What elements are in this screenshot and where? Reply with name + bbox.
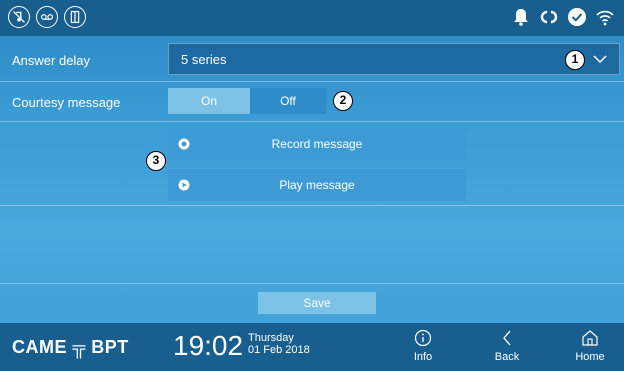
play-message-button[interactable]: Play message — [168, 169, 466, 201]
courtesy-message-label: Courtesy message — [12, 95, 121, 110]
play-message-label: Play message — [279, 178, 355, 192]
top-status-bar — [0, 0, 624, 36]
home-button[interactable]: Home — [567, 329, 613, 363]
brand-logo: CAME ╦ BPT — [12, 337, 129, 357]
info-icon — [414, 329, 432, 347]
home-icon — [582, 330, 598, 346]
wifi-icon — [596, 10, 614, 26]
back-button[interactable]: Back — [484, 329, 530, 363]
clock-time: 19:02 — [173, 330, 244, 361]
intercom-screen: Answer delay 5 series 1 Courtesy message… — [0, 0, 624, 371]
callout-2-badge: 2 — [333, 91, 353, 111]
check-icon — [568, 8, 586, 26]
callout-3-badge: 3 — [146, 151, 166, 171]
callout-1-badge: 1 — [565, 50, 585, 70]
record-message-label: Record message — [271, 137, 363, 151]
courtesy-off-button[interactable]: Off — [250, 88, 326, 114]
voicemail-icon[interactable] — [36, 6, 58, 28]
record-message-button[interactable]: Record message — [168, 128, 466, 160]
info-label: Info — [413, 351, 433, 363]
door-icon[interactable] — [64, 6, 86, 28]
empty-area — [0, 206, 624, 284]
answer-delay-dropdown[interactable]: 5 series — [168, 43, 620, 75]
connection-icon — [540, 10, 558, 24]
date: 01 Feb 2018 — [248, 344, 310, 356]
answer-delay-value: 5 series — [181, 52, 227, 67]
courtesy-on-button[interactable]: On — [168, 88, 250, 114]
back-label: Back — [494, 351, 520, 363]
info-button[interactable]: Info — [400, 329, 446, 363]
date-block: Thursday 01 Feb 2018 — [248, 332, 310, 356]
mute-icon[interactable] — [8, 6, 30, 28]
home-label: Home — [575, 351, 605, 363]
chevron-down-icon — [593, 55, 607, 64]
bottom-bar: CAME ╦ BPT 19:02 Thursday 01 Feb 2018 In… — [0, 323, 624, 371]
back-icon — [503, 330, 511, 346]
save-button[interactable]: Save — [258, 292, 376, 314]
answer-delay-label: Answer delay — [12, 53, 91, 68]
bell-icon — [514, 9, 528, 26]
weekday: Thursday — [248, 332, 294, 344]
